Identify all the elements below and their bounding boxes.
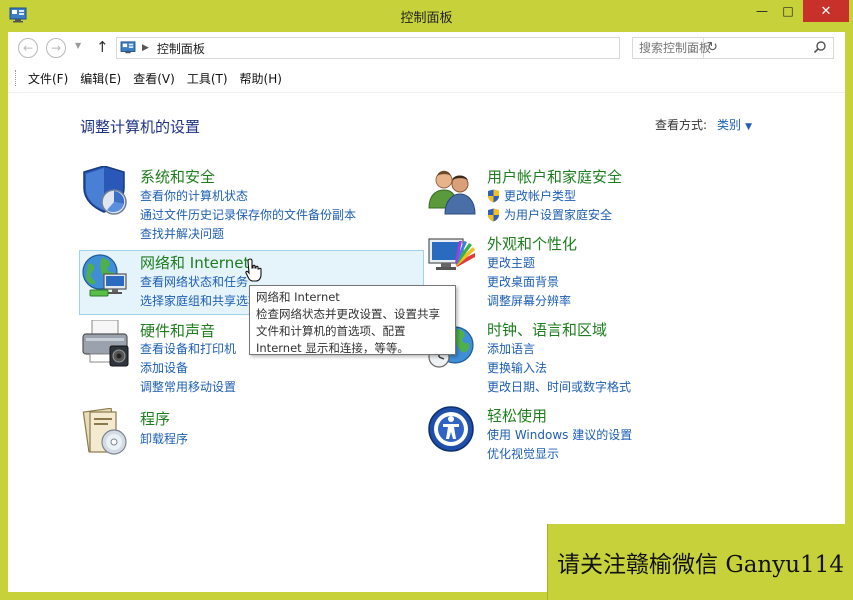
minimize-button[interactable]: — — [749, 0, 775, 22]
menu-divider — [8, 92, 845, 93]
uac-shield-icon — [488, 189, 499, 202]
link-change-account-type[interactable]: 更改帐户类型 — [487, 187, 576, 204]
tooltip-line: Internet 显示和连接，等等。 — [256, 341, 409, 355]
link-family-safety[interactable]: 为用户设置家庭安全 — [487, 206, 612, 223]
up-arrow-button[interactable]: ↑ — [96, 38, 109, 56]
ease-of-access-icon[interactable] — [427, 405, 477, 455]
navigation-bar: ← → ▼ ↑ ▶ 控制面板 ⌵ ↻ — [8, 32, 845, 64]
hand-cursor-icon — [245, 258, 262, 282]
watermark-caption: 请关注赣榆微信 Ganyu114 — [547, 524, 853, 600]
link-change-account-type-label[interactable]: 更改帐户类型 — [504, 187, 576, 204]
view-by-label: 查看方式: — [655, 118, 708, 132]
category-hardware-sound-title[interactable]: 硬件和声音 — [140, 320, 215, 341]
link-homegroup-sharing[interactable]: 选择家庭组和共享选项 — [140, 292, 260, 309]
forward-button[interactable]: → — [46, 38, 66, 58]
category-ease-of-access-title[interactable]: 轻松使用 — [487, 405, 547, 426]
link-change-desktop-background[interactable]: 更改桌面背景 — [487, 273, 559, 290]
view-by-value[interactable]: 类别 — [717, 118, 741, 132]
link-windows-recommended-settings[interactable]: 使用 Windows 建议的设置 — [487, 426, 632, 443]
uac-shield-icon — [488, 208, 499, 221]
search-icon[interactable] — [813, 40, 827, 54]
title-bar: 控制面板 — □ ✕ — [0, 0, 853, 32]
recent-locations-dropdown-icon[interactable]: ▼ — [75, 41, 81, 50]
category-user-accounts-title[interactable]: 用户帐户和家庭安全 — [487, 166, 622, 187]
programs-icon[interactable] — [80, 408, 130, 458]
link-network-status-tasks[interactable]: 查看网络状态和任务 — [140, 273, 248, 290]
breadcrumb-control-panel[interactable]: 控制面板 — [157, 40, 205, 57]
network-tooltip: 网络和 Internet 检查网络状态并更改设置、设置共享 文件和计算机的首选项… — [249, 285, 456, 355]
link-screen-resolution[interactable]: 调整屏幕分辨率 — [487, 292, 571, 309]
menu-bar-grip — [15, 70, 17, 86]
appearance-monitor-icon[interactable] — [427, 233, 477, 283]
page-title: 调整计算机的设置 — [80, 118, 201, 136]
users-icon[interactable] — [427, 166, 477, 216]
network-globe-icon[interactable] — [80, 252, 130, 302]
search-box[interactable] — [632, 37, 834, 59]
tooltip-line: 网络和 Internet — [256, 290, 340, 304]
breadcrumb-separator-icon[interactable]: ▶ — [142, 43, 149, 53]
window-title: 控制面板 — [400, 11, 453, 26]
window-content: ← → ▼ ↑ ▶ 控制面板 ⌵ ↻ 文件(F) — [8, 32, 845, 592]
link-mobility-settings[interactable]: 调整常用移动设置 — [140, 378, 236, 395]
link-optimize-visual-display[interactable]: 优化视觉显示 — [487, 445, 559, 462]
category-clock-language-region-title[interactable]: 时钟、语言和区域 — [487, 319, 607, 340]
menu-tools[interactable]: 工具(T) — [182, 70, 235, 87]
menu-help[interactable]: 帮助(H) — [235, 70, 289, 87]
view-by-control: 查看方式: 类别 ▼ — [655, 116, 752, 133]
menu-bar: 文件(F) 编辑(E) 查看(V) 工具(T) 帮助(H) — [8, 67, 845, 89]
link-date-time-format[interactable]: 更改日期、时间或数字格式 — [487, 378, 631, 395]
tooltip-line: 文件和计算机的首选项、配置 — [256, 324, 406, 338]
link-change-theme[interactable]: 更改主题 — [487, 254, 535, 271]
category-appearance-title[interactable]: 外观和个性化 — [487, 233, 577, 254]
link-family-safety-label[interactable]: 为用户设置家庭安全 — [504, 206, 612, 223]
security-shield-icon[interactable] — [80, 166, 130, 216]
control-panel-icon — [120, 41, 136, 54]
menu-file[interactable]: 文件(F) — [23, 70, 75, 87]
category-system-security-title[interactable]: 系统和安全 — [140, 166, 215, 187]
link-troubleshoot[interactable]: 查找并解决问题 — [140, 225, 224, 242]
link-uninstall-program[interactable]: 卸载程序 — [140, 430, 188, 447]
view-by-caret-icon[interactable]: ▼ — [745, 122, 752, 132]
menu-edit[interactable]: 编辑(E) — [75, 70, 128, 87]
link-add-device[interactable]: 添加设备 — [140, 359, 188, 376]
close-button[interactable]: ✕ — [803, 0, 849, 22]
search-input[interactable] — [633, 38, 803, 58]
menu-view[interactable]: 查看(V) — [128, 70, 182, 87]
tooltip-line: 检查网络状态并更改设置、设置共享 — [256, 307, 440, 321]
category-programs-title[interactable]: 程序 — [140, 408, 170, 429]
link-file-history-backup[interactable]: 通过文件历史记录保存你的文件备份副本 — [140, 206, 356, 223]
link-devices-printers[interactable]: 查看设备和打印机 — [140, 340, 236, 357]
printer-icon[interactable] — [80, 320, 130, 370]
maximize-button[interactable]: □ — [775, 0, 801, 22]
address-bar[interactable]: ▶ 控制面板 ⌵ ↻ — [116, 37, 718, 59]
link-view-computer-status[interactable]: 查看你的计算机状态 — [140, 187, 248, 204]
link-add-language[interactable]: 添加语言 — [487, 340, 535, 357]
category-network-internet-title[interactable]: 网络和 Internet — [140, 252, 249, 273]
back-button[interactable]: ← — [18, 38, 38, 58]
link-change-input-method[interactable]: 更换输入法 — [487, 359, 547, 376]
